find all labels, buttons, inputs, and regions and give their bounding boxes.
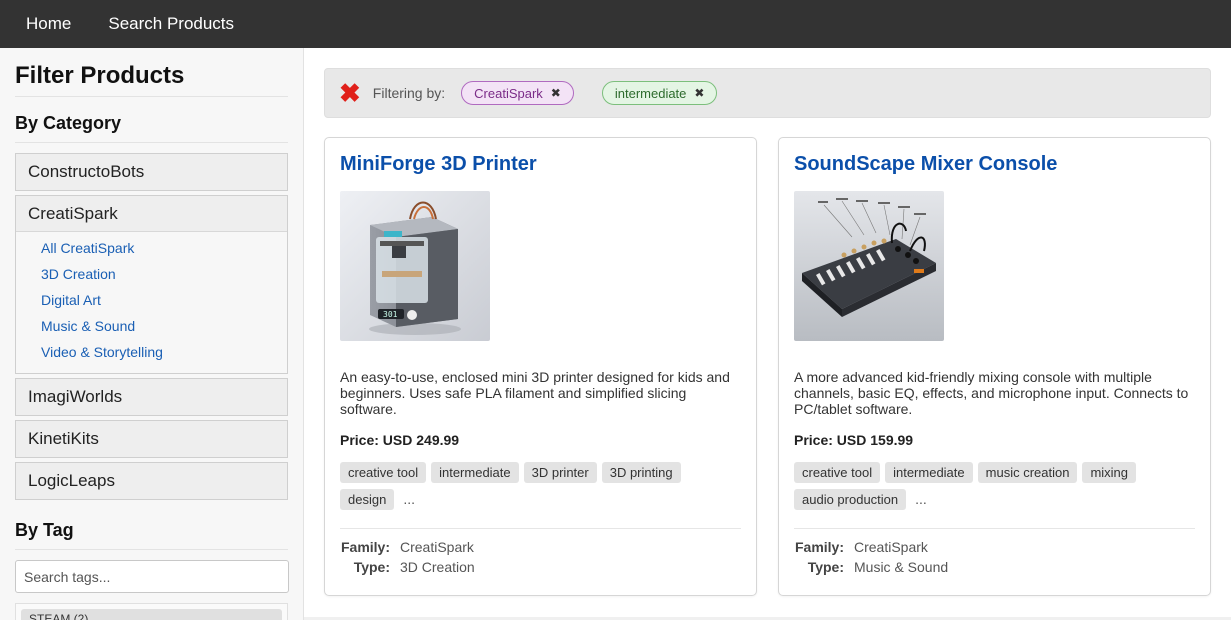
- product-description: A more advanced kid-friendly mixing cons…: [794, 369, 1189, 417]
- product-description: An easy-to-use, enclosed mini 3D printer…: [340, 369, 730, 417]
- clear-filters-icon[interactable]: ✖: [339, 80, 361, 106]
- tag-list: STEAM (2): [15, 603, 288, 620]
- product-tag[interactable]: creative tool: [340, 462, 427, 483]
- type-label: Type:: [353, 559, 390, 575]
- category-label[interactable]: CreatiSpark: [16, 196, 287, 232]
- by-tag-section: By Tag STEAM (2): [15, 520, 289, 620]
- product-tag[interactable]: mixing: [1082, 462, 1137, 483]
- product-tag[interactable]: intermediate: [431, 462, 519, 483]
- subcategory-list: All CreatiSpark 3D Creation Digital Art …: [16, 232, 287, 373]
- category-label[interactable]: KinetiKits: [16, 421, 287, 457]
- product-tag[interactable]: design: [340, 489, 395, 510]
- category-creatispark[interactable]: CreatiSpark All CreatiSpark 3D Creation …: [15, 195, 288, 374]
- 3d-printer-image[interactable]: 301: [340, 191, 490, 341]
- subcategory-music-sound[interactable]: Music & Sound: [41, 315, 287, 341]
- filter-chip-intermediate[interactable]: intermediate ✖: [601, 81, 718, 105]
- category-label[interactable]: ImagiWorlds: [16, 379, 287, 415]
- filter-chip-creatispark[interactable]: CreatiSpark ✖: [461, 81, 574, 105]
- type-value: 3D Creation: [400, 559, 475, 575]
- category-imagiworlds[interactable]: ImagiWorlds: [15, 378, 288, 416]
- product-tag[interactable]: audio production: [794, 489, 907, 510]
- category-label[interactable]: LogicLeaps: [16, 463, 287, 499]
- product-card: MiniForge 3D Printer 301 An easy-to-use,…: [324, 137, 757, 596]
- product-tag[interactable]: music creation: [977, 462, 1078, 483]
- sidebar-title: Filter Products: [15, 62, 288, 97]
- svg-text:301: 301: [383, 310, 398, 319]
- type-label: Type:: [807, 559, 844, 575]
- product-tags: creative tool intermediate 3D printer 3D pr…: [340, 462, 741, 514]
- product-tags: creative tool intermediate music creation m…: [794, 462, 1195, 514]
- more-tags-ellipsis: ...: [403, 491, 415, 507]
- product-tag[interactable]: 3D printing: [601, 462, 681, 483]
- product-price: Price: USD 249.99: [340, 432, 460, 448]
- product-card: SoundScape Mixer Console A more advanced…: [778, 137, 1211, 596]
- type-value: Music & Sound: [854, 559, 949, 575]
- product-title-link[interactable]: MiniForge 3D Printer: [340, 153, 741, 181]
- category-label[interactable]: ConstructoBots: [16, 154, 287, 190]
- subcategory-3d-creation[interactable]: 3D Creation: [41, 263, 287, 289]
- product-grid: MiniForge 3D Printer 301 An easy-to-use,…: [324, 137, 1211, 596]
- tag-list-item[interactable]: STEAM (2): [21, 609, 282, 620]
- top-nav: Home Search Products: [0, 0, 1231, 48]
- remove-chip-icon[interactable]: ✖: [694, 86, 704, 100]
- by-category-heading: By Category: [15, 113, 288, 143]
- more-tags-ellipsis: ...: [915, 491, 927, 507]
- mixer-console-image[interactable]: [794, 191, 944, 341]
- product-meta: Family: CreatiSpark Type: 3D Creation: [340, 528, 741, 579]
- category-logicleaps[interactable]: LogicLeaps: [15, 462, 288, 500]
- nav-search-products-link[interactable]: Search Products: [108, 14, 234, 34]
- chip-label: CreatiSpark: [474, 85, 543, 101]
- subcategory-digital-art[interactable]: Digital Art: [41, 289, 287, 315]
- filter-label: Filtering by:: [372, 85, 446, 101]
- subcategory-video-storytelling[interactable]: Video & Storytelling: [41, 341, 287, 367]
- product-tag[interactable]: creative tool: [794, 462, 881, 483]
- remove-chip-icon[interactable]: ✖: [551, 86, 561, 100]
- product-price: Price: USD 159.99: [794, 432, 914, 448]
- category-kinetikits[interactable]: KinetiKits: [15, 420, 288, 458]
- family-label: Family:: [340, 539, 390, 555]
- product-tag[interactable]: intermediate: [885, 462, 973, 483]
- product-tag[interactable]: 3D printer: [523, 462, 597, 483]
- product-meta: Family: CreatiSpark Type: Music & Sound: [794, 528, 1195, 579]
- by-tag-heading: By Tag: [15, 520, 288, 550]
- category-constructobots[interactable]: ConstructoBots: [15, 153, 288, 191]
- nav-home-link[interactable]: Home: [26, 14, 71, 34]
- subcategory-all-creatispark[interactable]: All CreatiSpark: [41, 237, 287, 263]
- family-value: CreatiSpark: [854, 539, 928, 555]
- family-label: Family:: [794, 539, 844, 555]
- page-layout: Filter Products By Category ConstructoBo…: [0, 48, 1231, 620]
- main-content: ✖ Filtering by: CreatiSpark ✖ intermedia…: [304, 48, 1231, 620]
- product-title-link[interactable]: SoundScape Mixer Console: [794, 153, 1195, 181]
- tag-search-input[interactable]: [15, 560, 289, 593]
- family-value: CreatiSpark: [400, 539, 474, 555]
- active-filters-bar: ✖ Filtering by: CreatiSpark ✖ intermedia…: [324, 68, 1211, 118]
- filter-sidebar: Filter Products By Category ConstructoBo…: [0, 48, 304, 620]
- chip-label: intermediate: [614, 85, 687, 101]
